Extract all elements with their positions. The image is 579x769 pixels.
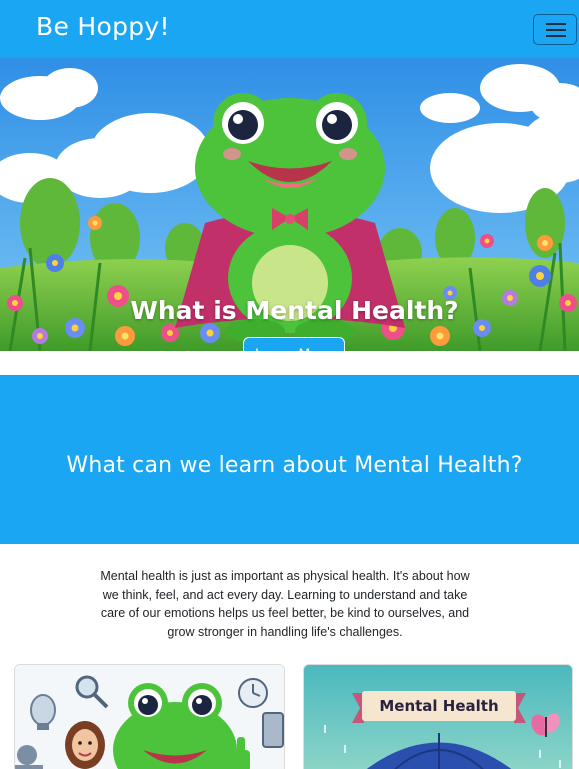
section-banner: What can we learn about Mental Health? <box>0 375 579 544</box>
hero-title: What is Mental Health? <box>130 296 459 325</box>
clock-icon <box>238 678 268 708</box>
intro-paragraph: Mental health is just as important as ph… <box>100 569 470 639</box>
card-mental-health[interactable]: Mental Health <box>303 664 573 769</box>
card-image <box>304 665 572 769</box>
card-frog-thinking[interactable] <box>14 664 285 769</box>
brand-logo[interactable]: Be Hoppy! <box>36 12 170 41</box>
menu-toggle-button[interactable] <box>533 14 577 45</box>
tablet-icon <box>262 712 284 748</box>
section-heading: What can we learn about Mental Health? <box>66 453 523 478</box>
spacer <box>0 351 579 375</box>
card-image <box>15 665 284 769</box>
learn-more-button[interactable]: Learn More <box>243 337 345 351</box>
navbar: Be Hoppy! <box>0 0 579 58</box>
card-banner-title: Mental Health <box>379 697 499 715</box>
hero-section: What is Mental Health? Learn More <box>0 58 579 351</box>
